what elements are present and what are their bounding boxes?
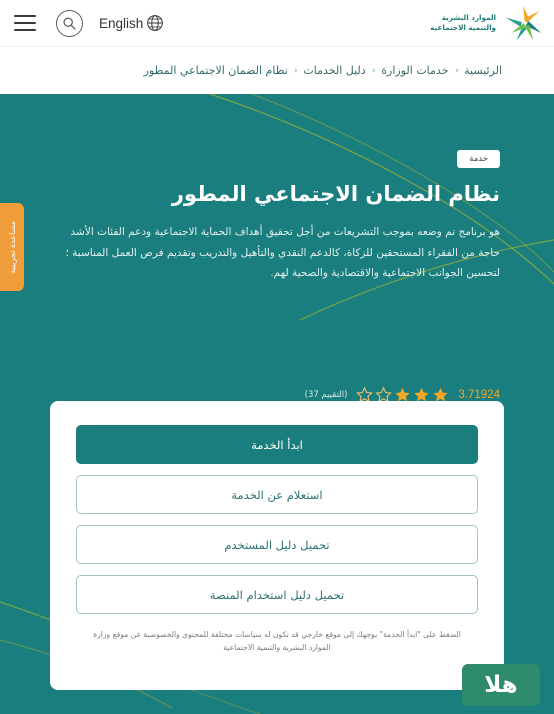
service-type-badge: خدمة (457, 150, 500, 168)
rating-value: 3.71924 (458, 388, 500, 401)
globe-icon (147, 15, 164, 31)
rating-count-label: (التقييم 37) (304, 389, 348, 400)
search-icon[interactable] (56, 9, 83, 37)
ministry-logo-mark (505, 5, 542, 41)
language-label: English (99, 15, 144, 31)
hala-watermark-label: هلا (484, 671, 518, 698)
service-detail-page: English الموارد البشرية والتنمية الاجتما… (0, 0, 554, 714)
download-platform-guide-button[interactable]: تحميل دليل استخدام المنصة (76, 575, 478, 614)
download-user-guide-button[interactable]: تحميل دليل المستخدم (76, 525, 478, 564)
external-site-disclaimer: الضغط على "ابدأ الخدمة" يوجهك إلى موقع خ… (93, 630, 461, 653)
hala-watermark-badge: هلا (462, 664, 540, 706)
breadcrumb-item-services-guide[interactable]: دليل الخدمات (303, 64, 365, 77)
breadcrumb-item-ministry-services[interactable]: خدمات الوزارة (381, 64, 448, 77)
breadcrumb: الرئيسية › خدمات الوزارة › دليل الخدمات … (0, 47, 554, 94)
ministry-logo-line1: الموارد البشرية (441, 13, 496, 23)
hamburger-menu-icon[interactable] (14, 15, 36, 31)
search-glyph (63, 16, 76, 30)
hero-content: خدمة نظام الضمان الاجتماعي المطور هو برن… (0, 94, 554, 284)
page-title: نظام الضمان الاجتماعي المطور (171, 182, 500, 206)
top-navigation-bar: English الموارد البشرية والتنمية الاجتما… (0, 0, 554, 47)
breadcrumb-separator: › (371, 65, 376, 76)
ministry-logo-line2: والتنمية الاجتماعية (430, 23, 496, 32)
breadcrumb-item-current: نظام الضمان الاجتماعي المطور (143, 64, 288, 77)
service-description: هو برنامج تم وضعه بموجب التشريعات من أجل… (65, 226, 500, 280)
feedback-side-tab-label: مساعدة تجريبية (7, 220, 17, 274)
service-actions-card: ابدأ الخدمة استعلام عن الخدمة تحميل دليل… (50, 401, 504, 690)
ministry-logo-text: الموارد البشرية والتنمية الاجتماعية (430, 13, 496, 32)
breadcrumb-separator: › (454, 65, 459, 76)
breadcrumb-separator: › (293, 65, 298, 76)
language-switcher[interactable]: English (99, 14, 164, 32)
feedback-side-tab[interactable]: مساعدة تجريبية (0, 203, 24, 291)
breadcrumb-item-home[interactable]: الرئيسية (464, 64, 502, 77)
service-inquiry-button[interactable]: استعلام عن الخدمة (76, 475, 478, 514)
start-service-button[interactable]: ابدأ الخدمة (76, 425, 478, 464)
ministry-logo[interactable]: الموارد البشرية والتنمية الاجتماعية (430, 3, 544, 43)
